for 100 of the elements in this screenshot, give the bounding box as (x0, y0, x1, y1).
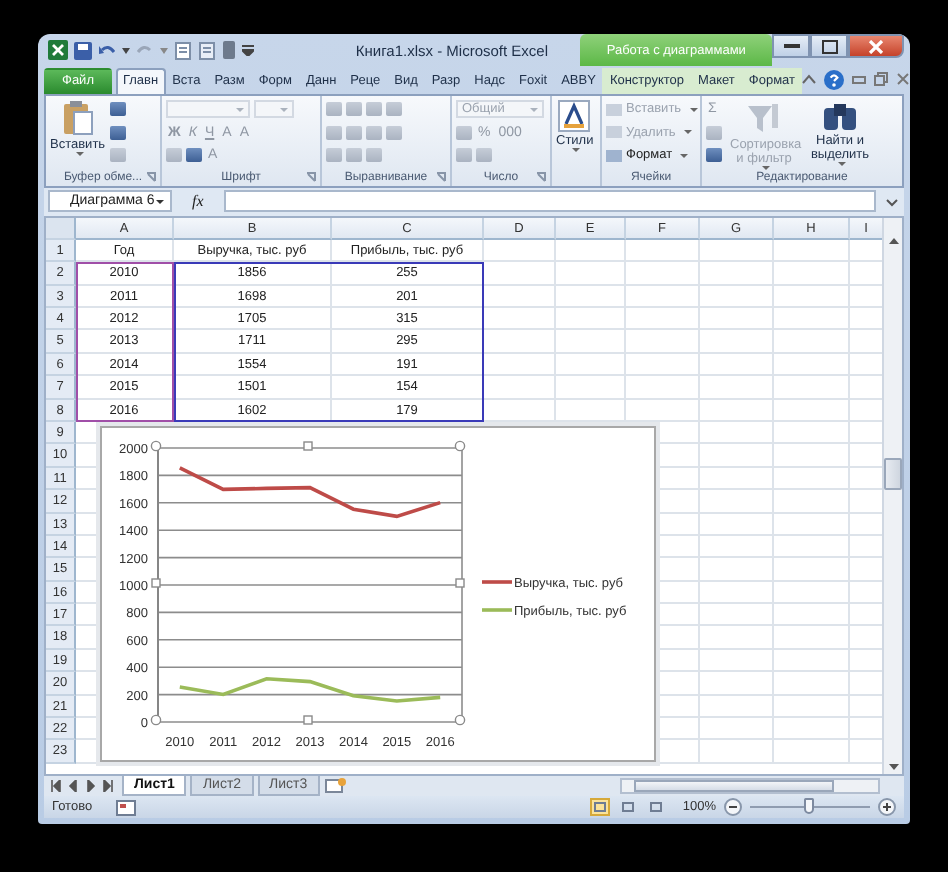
table-cell (700, 718, 774, 741)
table-cell (700, 376, 774, 400)
clipboard-icon (61, 99, 94, 136)
table-cell (774, 330, 850, 354)
table-cell (700, 740, 774, 764)
table-cell (700, 513, 774, 536)
table-cell (700, 307, 774, 331)
table-cell (700, 695, 774, 719)
table-cell (700, 490, 774, 513)
funnel-icon (746, 99, 782, 136)
table-cell (774, 535, 850, 559)
table-cell (700, 239, 774, 263)
table-cell (556, 239, 626, 263)
phone-icon[interactable] (222, 40, 236, 60)
table-cell (774, 376, 850, 400)
redo-icon[interactable] (136, 41, 154, 59)
select-all-button[interactable] (46, 217, 76, 240)
zoom-in-icon[interactable] (878, 798, 896, 817)
table-cell (556, 262, 626, 286)
table-cell (774, 513, 850, 536)
table-cell (626, 262, 700, 286)
minimize-button[interactable] (772, 34, 810, 58)
expand-icon[interactable] (884, 193, 900, 210)
table-cell (626, 307, 700, 331)
dialog-launcher-icon[interactable] (146, 171, 156, 182)
table-cell (484, 262, 556, 286)
macro-record-icon[interactable] (116, 799, 137, 816)
table-cell (700, 672, 774, 696)
table-cell (774, 307, 850, 331)
table-cell (700, 467, 774, 491)
dialog-launcher-icon[interactable] (536, 171, 546, 182)
table-cell (484, 376, 556, 400)
table-cell (626, 376, 700, 400)
toolbar-icon[interactable] (186, 148, 202, 163)
toolbar-icon[interactable] (109, 102, 126, 117)
table-cell (700, 285, 774, 308)
table-cell (700, 626, 774, 650)
table-cell (774, 672, 850, 696)
close-icon[interactable] (896, 72, 910, 87)
table-cell (556, 376, 626, 400)
table-cell (774, 467, 850, 491)
minimize-icon (783, 42, 799, 50)
view-button[interactable] (618, 798, 639, 817)
table-cell (774, 490, 850, 513)
table-cell (700, 444, 774, 468)
customize-caret-icon[interactable] (242, 44, 254, 56)
document-icon[interactable] (174, 41, 192, 59)
dialog-launcher-icon[interactable] (306, 171, 316, 182)
close-button[interactable] (848, 34, 904, 58)
table-cell (774, 718, 850, 741)
table-cell (626, 330, 700, 354)
maximize-button[interactable] (810, 34, 848, 58)
table-cell (556, 353, 626, 377)
save-icon[interactable] (74, 41, 92, 59)
slider-thumb[interactable] (803, 798, 814, 815)
table-cell (774, 262, 850, 286)
vertical-scrollbar[interactable] (882, 217, 902, 775)
document-icon[interactable] (198, 41, 216, 59)
horizontal-scrollbar[interactable] (620, 778, 880, 795)
table-cell (626, 285, 700, 308)
binoculars-icon (822, 99, 858, 132)
table-cell (556, 285, 626, 308)
table-cell (774, 581, 850, 605)
dialog-launcher-icon[interactable] (436, 171, 446, 182)
scroll-up-icon[interactable] (885, 233, 901, 248)
undo-icon[interactable] (98, 41, 116, 59)
close-icon (868, 39, 884, 53)
sheet-navigation-icon[interactable] (50, 780, 118, 793)
table-cell (484, 307, 556, 331)
table-cell (484, 353, 556, 377)
collapse-ribbon-icon[interactable] (802, 74, 816, 85)
selection-handle-drawing[interactable] (150, 440, 466, 725)
minimize-icon[interactable] (852, 75, 866, 84)
table-cell (700, 421, 774, 445)
formula-field[interactable] (223, 190, 876, 213)
table-cell (626, 353, 700, 377)
table-cell (484, 285, 556, 308)
view-button[interactable] (590, 798, 611, 817)
table-cell (774, 285, 850, 308)
help-icon[interactable] (824, 69, 844, 90)
table-cell (774, 695, 850, 719)
toolbar-icon[interactable] (706, 148, 722, 163)
insert-sheet-icon[interactable] (323, 778, 346, 795)
insert-function-button[interactable]: fx (180, 192, 216, 211)
table-cell (700, 535, 774, 559)
caret-icon[interactable] (122, 47, 130, 53)
table-cell (774, 444, 850, 468)
zoom-out-icon[interactable] (724, 798, 742, 817)
excel-logo-icon[interactable] (48, 40, 68, 60)
table-cell (484, 239, 556, 263)
table-cell (700, 353, 774, 377)
restore-icon[interactable] (874, 72, 888, 87)
table-cell (626, 239, 700, 263)
table-cell (774, 626, 850, 650)
toolbar-icon[interactable] (109, 125, 126, 140)
view-button[interactable] (646, 798, 667, 817)
table-cell (700, 330, 774, 354)
scroll-thumb[interactable] (884, 457, 902, 490)
table-cell (556, 330, 626, 354)
table-cell (700, 581, 774, 605)
